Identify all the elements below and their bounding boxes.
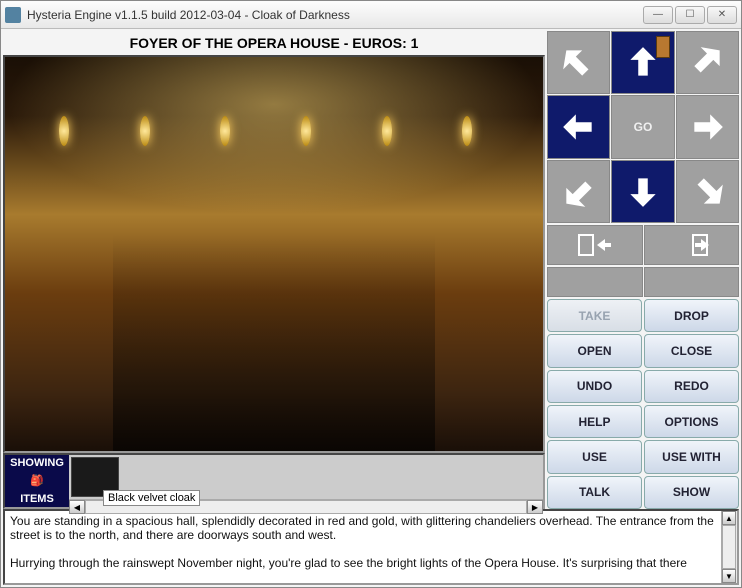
inventory-toggle-top: SHOWING [5,457,69,469]
app-window: Hysteria Engine v1.1.5 build 2012-03-04 … [0,0,742,588]
nav-compass: GO [547,31,739,223]
nav-nw[interactable] [547,31,610,94]
nav-w[interactable] [547,95,610,158]
window-title: Hysteria Engine v1.1.5 build 2012-03-04 … [27,8,643,22]
inventory-tooltip: Black velvet cloak [103,490,200,506]
left-column: FOYER OF THE OPERA HOUSE - EUROS: 1 SHOW… [3,31,545,509]
close-button[interactable]: CLOSE [644,334,739,367]
java-icon [5,7,21,23]
scroll-up-icon[interactable]: ▲ [722,511,736,525]
inventory-bar: SHOWING 🎒 ITEMS ◀ ▶ Bl [3,453,545,509]
door-icon [656,36,670,58]
nav-ne[interactable] [676,31,739,94]
stairs-row [547,267,739,297]
narrative-panel: You are standing in a spacious hall, spl… [3,509,739,585]
use-with-button[interactable]: USE WITH [644,440,739,473]
open-button[interactable]: OPEN [547,334,642,367]
enter-exit-row [547,225,739,265]
nav-se[interactable] [676,160,739,223]
show-button[interactable]: SHOW [644,476,739,509]
nav-sw[interactable] [547,160,610,223]
scroll-right-icon[interactable]: ▶ [527,500,543,514]
undo-button[interactable]: UNDO [547,370,642,403]
client-area: FOYER OF THE OPERA HOUSE - EUROS: 1 SHOW… [1,29,741,587]
nav-s[interactable] [611,160,674,223]
nav-n[interactable] [611,31,674,94]
narrative-scroll-track[interactable] [722,525,736,569]
options-button[interactable]: OPTIONS [644,405,739,438]
upper-panel: FOYER OF THE OPERA HOUSE - EUROS: 1 SHOW… [3,31,739,509]
maximize-button[interactable]: ☐ [675,6,705,24]
scroll-left-icon[interactable]: ◀ [69,500,85,514]
take-button[interactable]: TAKE [547,299,642,332]
narrative-text: You are standing in a spacious hall, spl… [5,511,721,583]
location-title: FOYER OF THE OPERA HOUSE - EUROS: 1 [3,31,545,55]
action-grid: TAKEDROPOPENCLOSEUNDOREDOHELPOPTIONSUSEU… [547,299,739,509]
use-button[interactable]: USE [547,440,642,473]
scroll-down-icon[interactable]: ▼ [722,569,736,583]
backpack-icon: 🎒 [5,475,69,487]
titlebar: Hysteria Engine v1.1.5 build 2012-03-04 … [1,1,741,29]
right-column: GO TAKEDROPOPENCLOSEUNDOREDOHELPOPTIONSU… [547,31,739,509]
close-button[interactable]: ✕ [707,6,737,24]
exit-button[interactable] [547,225,643,265]
nav-e[interactable] [676,95,739,158]
scene-image [3,55,545,453]
stairs-up[interactable] [547,267,643,297]
enter-button[interactable] [644,225,740,265]
inventory-toggle[interactable]: SHOWING 🎒 ITEMS [5,455,69,507]
narrative-scrollbar[interactable]: ▲ ▼ [721,511,737,583]
help-button[interactable]: HELP [547,405,642,438]
stairs-down[interactable] [644,267,740,297]
inventory-toggle-bottom: ITEMS [5,493,69,505]
redo-button[interactable]: REDO [644,370,739,403]
window-controls: — ☐ ✕ [643,6,737,24]
drop-button[interactable]: DROP [644,299,739,332]
talk-button[interactable]: TALK [547,476,642,509]
minimize-button[interactable]: — [643,6,673,24]
nav-go[interactable]: GO [611,95,674,158]
